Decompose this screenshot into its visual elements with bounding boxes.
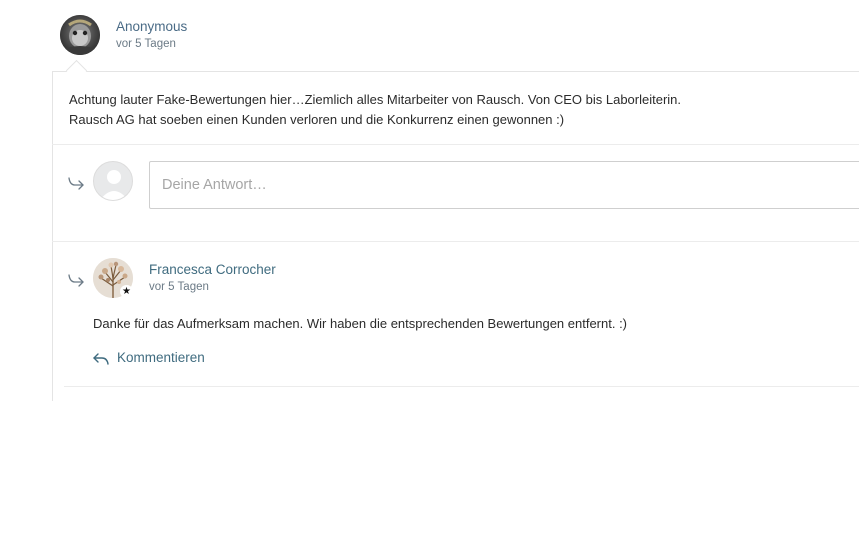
user-avatar-photo-icon: [60, 15, 100, 55]
card-left-divider: [52, 71, 53, 401]
reply-arrow-icon: [68, 274, 84, 287]
comment-text: Achtung lauter Fake-Bewertungen hier…Zie…: [69, 90, 681, 130]
star-badge-icon: ★: [120, 285, 133, 298]
divider: [64, 386, 859, 387]
divider: [52, 144, 859, 145]
comment-button[interactable]: Kommentieren: [92, 350, 205, 365]
comment-thread: Anonymous vor 5 Tagen Achtung lauter Fak…: [0, 0, 859, 538]
comment-button-label: Kommentieren: [117, 350, 205, 365]
anonymous-avatar[interactable]: [60, 15, 100, 55]
card-top-divider: [52, 71, 859, 72]
comment-text-line-2: Rausch AG hat soeben einen Kunden verlor…: [69, 112, 565, 127]
reply-timestamp: vor 5 Tagen: [149, 281, 209, 293]
divider: [52, 241, 859, 242]
reply-text: Danke für das Aufmerksam machen. Wir hab…: [93, 316, 628, 331]
reply-input[interactable]: [149, 161, 859, 209]
reply-arrow-icon: [68, 177, 84, 190]
reply-back-arrow-icon: [93, 352, 109, 365]
comment-timestamp: vor 5 Tagen: [116, 38, 176, 50]
card-pointer-notch: [65, 59, 88, 82]
comment-text-line-1: Achtung lauter Fake-Bewertungen hier…Zie…: [69, 92, 682, 107]
reply-author-name[interactable]: Francesca Corrocher: [149, 262, 276, 277]
default-user-icon: [100, 170, 128, 200]
comment-author-name[interactable]: Anonymous: [116, 19, 187, 34]
default-user-avatar: [93, 161, 133, 201]
